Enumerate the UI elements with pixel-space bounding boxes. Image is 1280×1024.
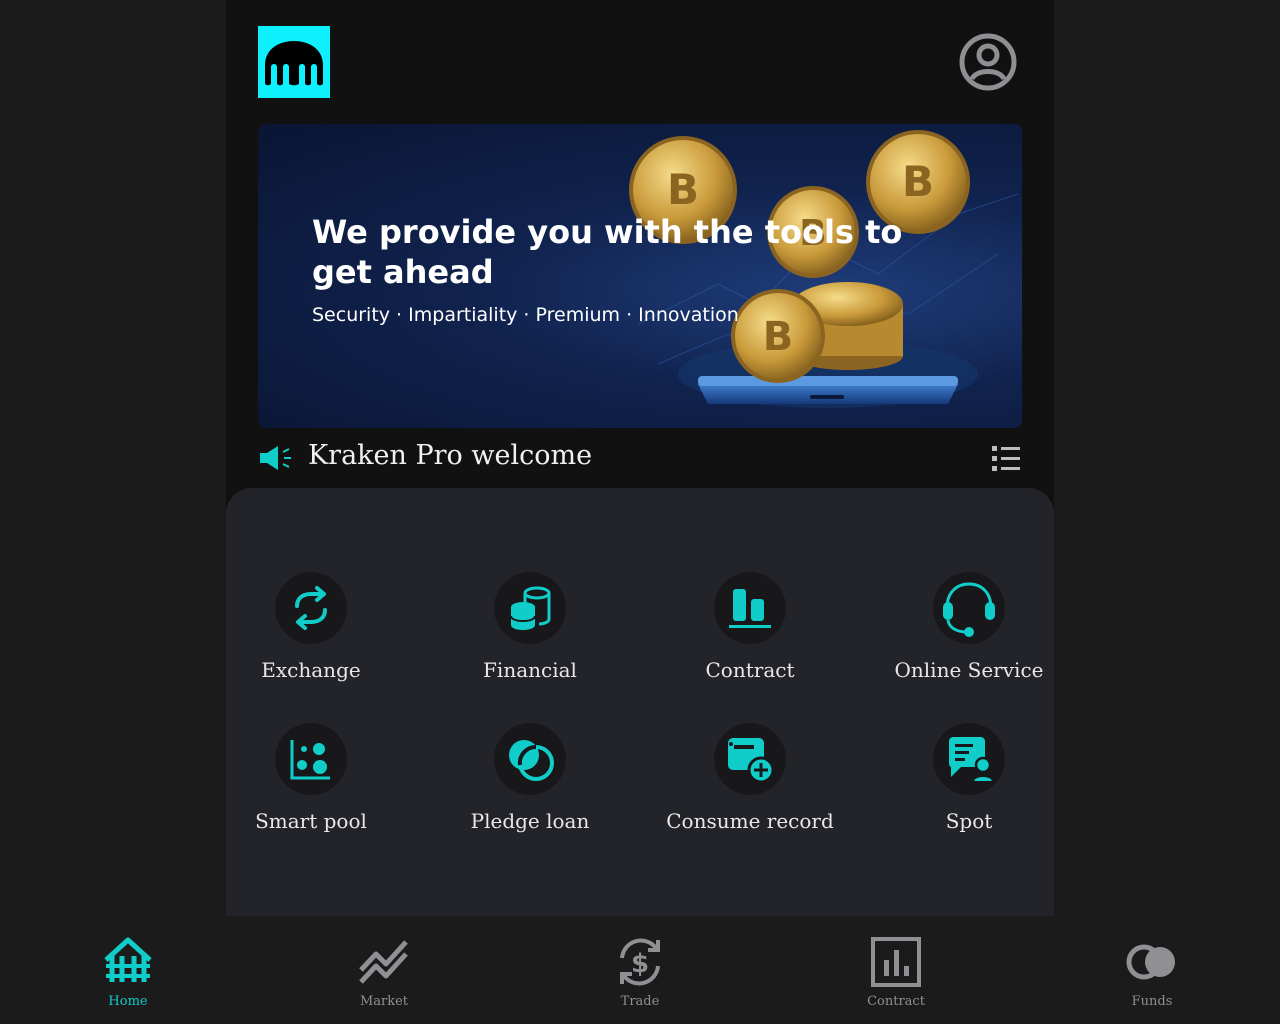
overlap-circles-icon xyxy=(494,723,566,795)
svg-text:B: B xyxy=(902,157,934,206)
list-menu-icon[interactable] xyxy=(992,444,1020,472)
grid-item-label: Exchange xyxy=(261,658,361,682)
grid-item-exchange[interactable]: Exchange xyxy=(201,572,421,692)
bottom-tab-bar: Home Market $ Trade Contract Funds xyxy=(0,916,1280,1024)
grid-item-label: Consume record xyxy=(666,809,834,833)
exchange-icon xyxy=(275,572,347,644)
tab-market[interactable]: Market xyxy=(324,936,444,1016)
header xyxy=(258,26,1018,98)
grid-item-label: Pledge loan xyxy=(470,809,590,833)
grid-item-label: Contract xyxy=(705,658,795,682)
promo-banner[interactable]: B B B B We provide you with the tools to… xyxy=(258,124,1022,428)
tab-label: Contract xyxy=(867,994,925,1009)
notice-bar: Kraken Pro welcome xyxy=(258,438,1022,478)
banner-title: We provide you with the tools to get ahe… xyxy=(312,213,903,291)
app-column: B B B B We provide you with the tools to… xyxy=(226,0,1054,916)
grid-item-smart-pool[interactable]: Smart pool xyxy=(201,723,421,843)
funds-circles-icon xyxy=(1126,944,1175,980)
tab-home[interactable]: Home xyxy=(68,936,188,1016)
grid-item-online-service[interactable]: Online Service xyxy=(859,572,1079,692)
coins-stack-icon xyxy=(494,572,566,644)
grid-item-financial[interactable]: Financial xyxy=(420,572,640,692)
home-icon xyxy=(104,937,152,982)
chart-board-icon xyxy=(871,937,921,987)
kraken-logo[interactable] xyxy=(258,26,330,98)
user-profile-button[interactable] xyxy=(958,32,1018,92)
scatter-chart-icon xyxy=(275,723,347,795)
tab-funds[interactable]: Funds xyxy=(1092,936,1212,1016)
bar-chart-icon xyxy=(714,572,786,644)
notice-text: Kraken Pro welcome xyxy=(308,440,593,471)
features-panel: Exchange Financial Contract Online Servi… xyxy=(226,488,1054,916)
market-trend-icon xyxy=(359,940,408,984)
tab-label: Home xyxy=(108,994,148,1009)
tab-contract[interactable]: Contract xyxy=(836,936,956,1016)
user-circle-icon xyxy=(959,33,1017,91)
grid-item-label: Spot xyxy=(945,809,993,833)
tab-label: Trade xyxy=(620,994,660,1009)
headset-icon xyxy=(933,572,1005,644)
grid-item-spot[interactable]: Spot xyxy=(859,723,1079,843)
svg-text:B: B xyxy=(667,165,699,214)
kraken-logo-icon xyxy=(265,41,323,86)
banner-subtitle: Security · Impartiality · Premium · Inno… xyxy=(312,304,739,326)
grid-item-label: Financial xyxy=(483,658,577,682)
banner-text: We provide you with the tools to get ahe… xyxy=(312,212,972,326)
tab-label: Funds xyxy=(1131,994,1173,1009)
card-plus-icon xyxy=(714,723,786,795)
grid-item-label: Online Service xyxy=(894,658,1044,682)
grid-item-contract[interactable]: Contract xyxy=(640,572,860,692)
tab-trade[interactable]: $ Trade xyxy=(580,936,700,1016)
grid-item-consume-record[interactable]: Consume record xyxy=(640,723,860,843)
grid-item-label: Smart pool xyxy=(255,809,367,833)
grid-item-pledge-loan[interactable]: Pledge loan xyxy=(420,723,640,843)
dollar-swap-icon: $ xyxy=(620,938,660,986)
tab-label: Market xyxy=(359,994,409,1009)
chat-user-icon xyxy=(933,723,1005,795)
speaker-icon xyxy=(260,446,291,470)
svg-text:$: $ xyxy=(631,949,649,979)
